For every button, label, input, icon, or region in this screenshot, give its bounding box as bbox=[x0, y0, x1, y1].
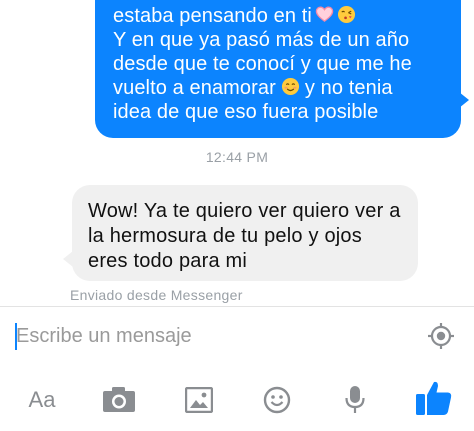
bubble-tail bbox=[459, 92, 469, 108]
smile-emoji bbox=[281, 77, 299, 96]
message-composer bbox=[0, 307, 474, 365]
heart-emoji bbox=[315, 6, 334, 22]
gallery-button[interactable] bbox=[184, 384, 214, 416]
composer-toolbar: Aa bbox=[0, 366, 474, 431]
microphone-icon bbox=[345, 386, 365, 413]
image-icon bbox=[185, 387, 213, 413]
message-line: desde que te conocí y que me he bbox=[113, 53, 412, 75]
message-line: estaba pensando en ti bbox=[113, 4, 451, 28]
thumbs-up-icon bbox=[416, 381, 452, 415]
location-target-icon[interactable] bbox=[427, 322, 455, 350]
kiss-emoji bbox=[337, 5, 355, 24]
voice-button[interactable] bbox=[340, 384, 370, 416]
sent-via-label: Enviado desde Messenger bbox=[70, 287, 243, 303]
camera-icon bbox=[103, 387, 135, 412]
like-button[interactable] bbox=[414, 378, 454, 418]
messenger-conversation-screen: estaba pensando en ti Y en que ya pasó m… bbox=[0, 0, 474, 431]
emoji-button[interactable] bbox=[262, 384, 292, 416]
outgoing-message-bubble[interactable]: estaba pensando en ti Y en que ya pasó m… bbox=[95, 0, 469, 138]
message-line: Y en que ya pasó más de un año bbox=[113, 29, 410, 51]
message-line: la hermosura de tu pelo y ojos bbox=[88, 225, 362, 247]
text-format-button[interactable]: Aa bbox=[24, 384, 60, 416]
message-timestamp: 12:44 PM bbox=[205, 149, 269, 165]
message-input[interactable] bbox=[14, 319, 416, 353]
emoji-icon bbox=[263, 386, 291, 414]
camera-button[interactable] bbox=[102, 384, 136, 416]
incoming-message-bubble[interactable]: Wow! Ya te quiero ver quiero ver a la he… bbox=[63, 185, 418, 281]
message-line: idea de que eso fuera posible bbox=[113, 101, 379, 123]
message-line: vuelto a enamorar y no tenia bbox=[113, 77, 393, 99]
bubble-tail bbox=[63, 251, 73, 267]
message-line: Wow! Ya te quiero ver quiero ver a bbox=[88, 200, 401, 222]
message-line: eres todo para mi bbox=[88, 250, 248, 272]
